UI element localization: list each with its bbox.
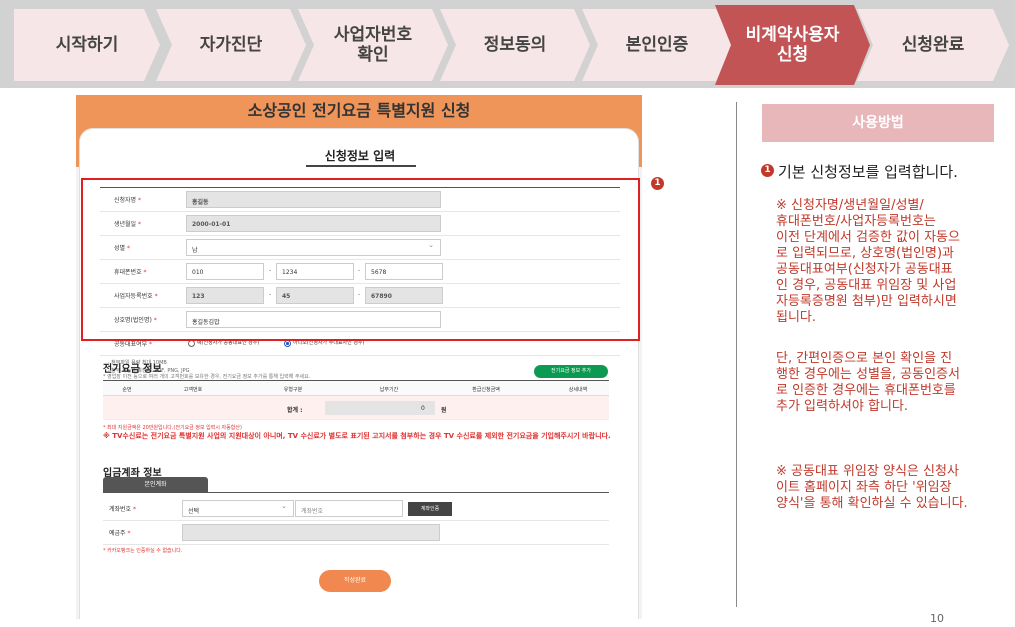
step-label: 시작하기: [55, 35, 119, 55]
joint-rep-no-radio[interactable]: [284, 340, 291, 347]
application-screen: 소상공인 전기요금 특별지원 신청 신청정보 입력 신청자명 * 홍길동 생년월…: [76, 95, 642, 619]
card-title: 신청정보 입력: [324, 149, 396, 163]
total-amount-box: [325, 401, 435, 415]
step-identity-verification: 본인인증: [582, 9, 732, 81]
step-progress-bar: 시작하기 자가진단 사업자번호 확인 정보동의 본인인증 비계약사용자 신청 신…: [0, 0, 1015, 88]
bill-table-header: 순번 고객번호 유형구분 납부기간 환급신청금액 상세내역: [103, 380, 609, 396]
column-header: 고객번호: [183, 387, 203, 393]
highlight-box: [81, 178, 640, 341]
max-support-note: * 최대 지원금액은 20만원입니다.(전기요금 정보 입력시 자동합산): [103, 425, 242, 431]
step-business-number: 사업자번호 확인: [298, 9, 448, 81]
tv-fee-note: ※ TV수신료는 전기요금 특별지원 사업의 지원대상이 아니며, TV 수신료…: [103, 432, 611, 440]
field-label: 예금주 *: [109, 530, 131, 537]
usage-note-simple-auth: 단, 간편인증으로 본인 확인을 진 행한 경우에는 성별을, 공동인증서 로 …: [776, 351, 960, 414]
account-holder-field: [182, 524, 440, 541]
step-self-diagnosis: 자가진단: [156, 9, 306, 81]
column-header: 상세내역: [568, 387, 588, 393]
tab-divider: [103, 492, 609, 493]
usage-note-proxy-form: ※ 공동대표 위임장 양식은 신청사 이트 홈페이지 좌측 하단 '위임장 양식…: [776, 464, 968, 511]
step-label: 본인인증: [625, 35, 689, 55]
step-label: 신청완료: [901, 35, 965, 55]
account-verify-button[interactable]: 계좌인증: [408, 502, 452, 516]
kakao-bank-note: * 카카오뱅크는 인증하실 수 없습니다.: [103, 548, 183, 554]
step-info-consent: 정보동의: [440, 9, 590, 81]
column-header: 유형구분: [283, 387, 303, 393]
usage-description: 기본 신청정보를 입력합니다.: [778, 163, 958, 181]
total-amount: 0: [421, 405, 425, 412]
form-row-account-number: 계좌번호 * 선택 계좌번호 계좌인증: [103, 497, 609, 521]
step-start: 시작하기: [14, 9, 160, 81]
step-label: 정보동의: [483, 35, 547, 55]
step-non-contract-user: 비계약사용자 신청: [715, 5, 870, 85]
total-label: 합계 :: [287, 407, 303, 414]
step-label: 비계약사용자 신청: [745, 25, 840, 65]
add-bill-info-button[interactable]: 전기요금 정보 추가: [534, 365, 608, 378]
bill-total-row: 합계 : 0 원: [103, 396, 609, 420]
total-unit: 원: [441, 407, 447, 414]
step-complete: 신청완료: [857, 9, 1009, 81]
column-header: 납부기간: [379, 387, 399, 393]
title-underline: [306, 165, 416, 167]
page-number: 10: [930, 612, 944, 625]
form-row-account-holder: 예금주 *: [103, 521, 609, 545]
bank-select[interactable]: 선택: [182, 500, 294, 517]
field-label: 계좌번호 *: [109, 506, 137, 513]
screen-title: 소상공인 전기요금 특별지원 신청: [247, 101, 471, 120]
joint-rep-yes-radio[interactable]: [188, 340, 195, 347]
step-label: 사업자번호 확인: [333, 25, 413, 65]
panel-badge: 1: [761, 164, 774, 177]
column-header: 환급신청금액: [472, 387, 500, 393]
tab-own-account[interactable]: 본인계좌: [103, 477, 208, 492]
step-label: 자가진단: [199, 35, 263, 55]
account-number-input[interactable]: 계좌번호: [295, 500, 403, 517]
bill-section-subtitle: * 영업장 이전 등으로 여러 개의 고객번호를 보유한 경우, 전기요금 정보…: [103, 374, 311, 380]
step-badge: 1: [651, 177, 664, 190]
submit-button[interactable]: 작성완료: [319, 570, 391, 592]
usage-note-autofill: ※ 신청자명/생년월일/성별/ 휴대폰번호/사업자등록번호는 이전 단계에서 검…: [776, 198, 960, 325]
usage-panel-title: 사용방법: [762, 104, 994, 142]
column-header: 순번: [122, 387, 132, 393]
panel-divider: [736, 102, 737, 607]
